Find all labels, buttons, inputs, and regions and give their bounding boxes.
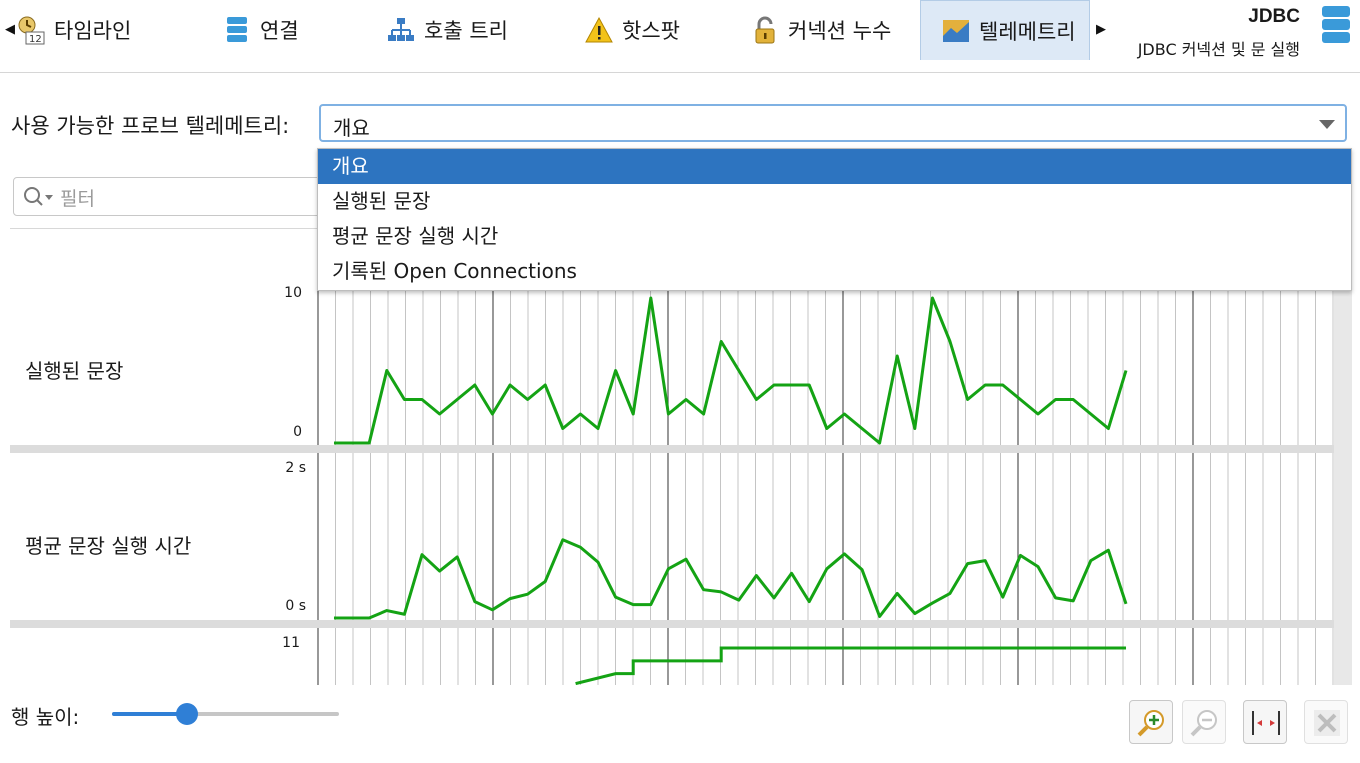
track-separator[interactable]: [10, 445, 1335, 453]
track-top-tick: 10: [284, 285, 302, 301]
tab-label: 텔레메트리: [979, 19, 1076, 44]
tab-connections[interactable]: 연결: [222, 0, 362, 60]
zoom-in-icon: [1137, 710, 1164, 737]
dropdown-option-avg-statement-time[interactable]: 평균 문장 실행 시간: [318, 219, 1351, 254]
row-height-label: 행 높이:: [11, 705, 80, 729]
filter-placeholder: 필터: [60, 188, 95, 210]
tab-label: 호출 트리: [424, 19, 508, 43]
track-separator[interactable]: [10, 620, 1335, 628]
scroll-left-arrow-icon[interactable]: ◀: [5, 22, 15, 37]
probe-title: JDBC: [1248, 6, 1300, 27]
call-tree-icon: [386, 15, 416, 45]
tab-connection-leaks[interactable]: 커넥션 누수: [750, 0, 910, 60]
probe-subtitle: JDBC 커넥션 및 문 실행: [1137, 40, 1300, 59]
track-bottom-tick: 0 s: [285, 598, 306, 614]
chevron-down-icon[interactable]: [1319, 120, 1335, 129]
zoom-in-button[interactable]: [1129, 700, 1173, 744]
open-connections-line: [575, 646, 1126, 685]
executed-statements-line: [334, 296, 1128, 445]
tab-label: 핫스팟: [622, 19, 680, 43]
tab-hotspots[interactable]: 핫스팟: [584, 0, 734, 60]
track-top-tick: 11: [282, 635, 300, 651]
row-height-slider-knob[interactable]: [175, 703, 198, 725]
avg-statement-time-line: [334, 538, 1128, 620]
track-bottom-tick: 0: [293, 424, 302, 440]
filter-input[interactable]: 필터: [13, 177, 323, 216]
zoom-out-button[interactable]: [1182, 700, 1226, 744]
chart-vertical-scrollbar[interactable]: [1334, 285, 1352, 685]
track-label-avg-statement-time: 평균 문장 실행 시간: [25, 534, 192, 558]
telemetry-select-value: 개요: [333, 116, 370, 140]
database-icon: [1320, 4, 1352, 46]
fit-width-icon: [1252, 711, 1280, 735]
track-label-executed-statements: 실행된 문장: [25, 359, 124, 383]
dropdown-option-overview[interactable]: 개요: [318, 149, 1351, 184]
view-tab-bar: ◀ 12 타임라인 연결 호출 트리 핫스팟 커넥션 누수 텔레메트리 ▶ JD…: [0, 0, 1360, 73]
scroll-right-arrow-icon[interactable]: ▶: [1096, 22, 1106, 37]
tab-label: 연결: [260, 19, 299, 43]
close-icon: [1314, 710, 1340, 736]
search-icon[interactable]: [23, 186, 55, 208]
zoom-out-icon: [1190, 710, 1217, 737]
svg-text:12: 12: [29, 34, 42, 45]
dropdown-option-executed-statements[interactable]: 실행된 문장: [318, 184, 1351, 219]
telemetry-icon: [941, 16, 971, 46]
tab-telemetry[interactable]: 텔레메트리: [920, 0, 1090, 60]
dropdown-option-open-connections[interactable]: 기록된 Open Connections: [318, 254, 1351, 289]
tab-label: 타임라인: [54, 19, 132, 43]
padlock-icon: [750, 15, 780, 45]
clear-button[interactable]: [1304, 700, 1348, 744]
row-height-slider[interactable]: [112, 703, 339, 725]
telemetry-select[interactable]: 개요: [319, 104, 1347, 142]
telemetry-select-label: 사용 가능한 프로브 텔레메트리:: [11, 114, 290, 138]
connection-icon: [222, 15, 252, 45]
tab-timeline[interactable]: 12 타임라인: [16, 0, 206, 60]
tab-call-tree[interactable]: 호출 트리: [386, 0, 566, 60]
telemetry-dropdown-list: 개요 실행된 문장 평균 문장 실행 시간 기록된 Open Connectio…: [317, 148, 1352, 291]
telemetry-charts: [317, 289, 1334, 685]
timeline-icon: 12: [16, 15, 46, 45]
hotspot-warning-icon: [584, 15, 614, 45]
tab-label: 커넥션 누수: [788, 19, 892, 43]
track-top-tick: 2 s: [285, 460, 306, 476]
fit-to-window-button[interactable]: [1243, 700, 1287, 744]
